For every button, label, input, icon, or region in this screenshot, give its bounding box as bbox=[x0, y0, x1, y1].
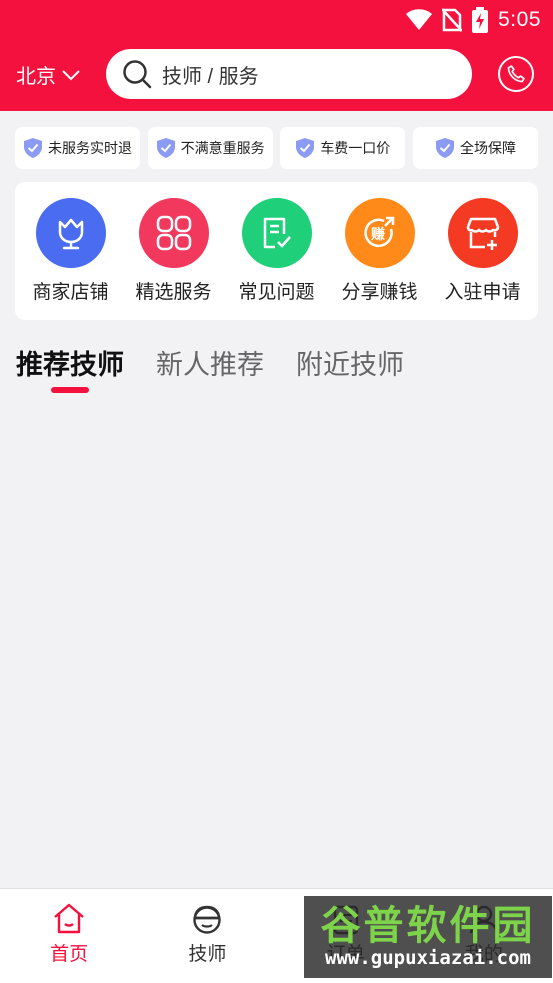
phone-button[interactable] bbox=[498, 56, 534, 92]
service-featured[interactable]: 精选服务 bbox=[124, 198, 224, 320]
shield-check-icon bbox=[435, 138, 454, 158]
search-placeholder: 技师 / 服务 bbox=[162, 65, 259, 88]
status-time: 5:05 bbox=[498, 8, 541, 31]
nav-label: 首页 bbox=[50, 944, 89, 965]
search-bar[interactable]: 技师 / 服务 bbox=[106, 49, 472, 99]
tab-recommended[interactable]: 推荐技师 bbox=[16, 343, 124, 382]
document-check-icon bbox=[241, 198, 312, 268]
nav-label: 技师 bbox=[188, 944, 227, 965]
battery-charging-icon bbox=[472, 7, 489, 33]
service-label: 入驻申请 bbox=[444, 282, 521, 303]
no-sim-icon bbox=[442, 8, 463, 32]
service-faq[interactable]: 常见问题 bbox=[227, 198, 327, 320]
watermark: 谷普软件园 www.gupuxiazai.com bbox=[304, 896, 552, 978]
home-icon bbox=[54, 903, 84, 934]
service-join-apply[interactable]: 入驻申请 bbox=[433, 198, 533, 320]
grid-icon bbox=[138, 198, 209, 268]
nav-technician[interactable]: 技师 bbox=[138, 889, 276, 983]
tab-newcomers[interactable]: 新人推荐 bbox=[156, 343, 264, 382]
guarantee-pill: 车费一口价 bbox=[280, 127, 406, 169]
service-shortcuts: 商家店铺 精选服务 常见问题 赚 分享赚钱 入驻申请 bbox=[15, 182, 538, 320]
service-label: 分享赚钱 bbox=[341, 282, 418, 303]
city-selector[interactable]: 北京 bbox=[16, 60, 80, 89]
service-share-earn[interactable]: 赚 分享赚钱 bbox=[330, 198, 430, 320]
technician-icon bbox=[193, 905, 222, 934]
service-label: 商家店铺 bbox=[32, 282, 109, 303]
shield-check-icon bbox=[296, 138, 315, 158]
guarantee-label: 全场保障 bbox=[459, 140, 516, 156]
active-tab-indicator bbox=[51, 387, 89, 393]
guarantee-label: 不满意重服务 bbox=[180, 140, 265, 156]
service-merchant-store[interactable]: 商家店铺 bbox=[21, 198, 121, 320]
service-label: 精选服务 bbox=[135, 282, 212, 303]
guarantee-pill: 全场保障 bbox=[412, 127, 538, 169]
watermark-url: www.gupuxiazai.com bbox=[325, 947, 531, 969]
search-icon bbox=[123, 60, 152, 89]
chevron-down-icon bbox=[62, 69, 80, 80]
nav-home[interactable]: 首页 bbox=[0, 889, 138, 983]
watermark-title: 谷普软件园 bbox=[320, 904, 536, 948]
store-add-icon bbox=[447, 198, 518, 268]
phone-icon bbox=[507, 65, 525, 83]
shield-check-icon bbox=[24, 138, 42, 158]
wifi-icon bbox=[406, 9, 433, 30]
shield-check-icon bbox=[156, 138, 175, 158]
app-header: 5:05 北京 技师 / 服务 bbox=[0, 0, 553, 111]
status-bar: 5:05 bbox=[406, 6, 541, 34]
svg-text:赚: 赚 bbox=[370, 226, 385, 243]
city-label: 北京 bbox=[16, 66, 56, 88]
service-label: 常见问题 bbox=[238, 282, 315, 303]
tulip-icon bbox=[35, 198, 106, 268]
tab-nearby[interactable]: 附近技师 bbox=[296, 343, 404, 382]
guarantee-label: 未服务实时退 bbox=[48, 140, 132, 156]
earn-icon: 赚 bbox=[344, 198, 415, 268]
guarantee-pill: 不满意重服务 bbox=[147, 127, 273, 169]
guarantee-label: 车费一口价 bbox=[320, 140, 391, 156]
guarantee-row: 未服务实时退 不满意重服务 车费一口价 全场保障 bbox=[15, 127, 538, 169]
technician-tabs: 推荐技师 新人推荐 附近技师 bbox=[16, 343, 404, 382]
guarantee-pill: 未服务实时退 bbox=[15, 127, 140, 169]
